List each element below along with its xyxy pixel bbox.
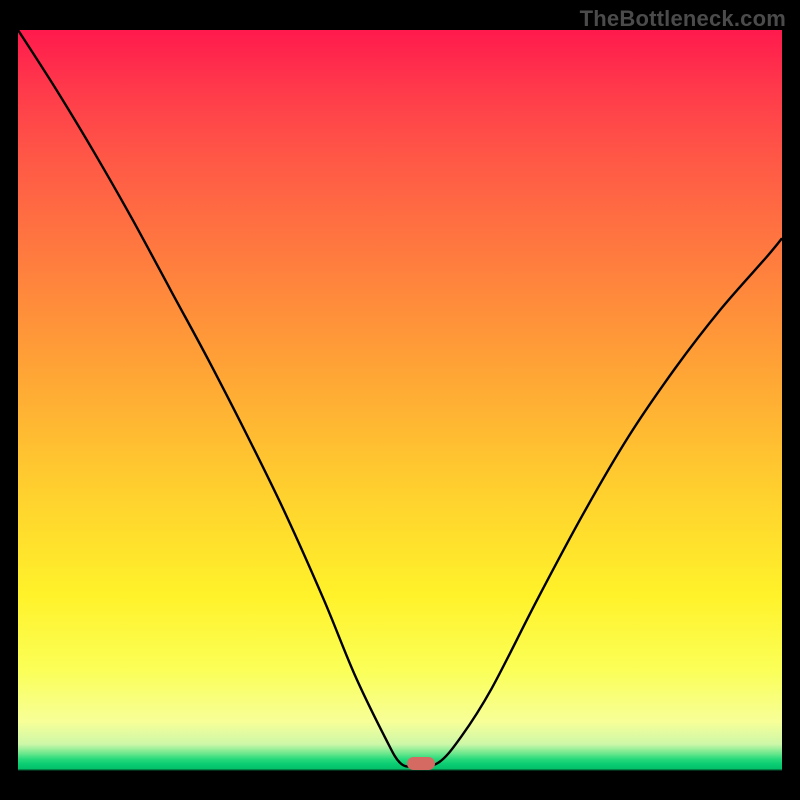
curve-overlay xyxy=(18,30,782,774)
plot-outer xyxy=(18,30,782,786)
watermark-label: TheBottleneck.com xyxy=(580,6,786,32)
bottleneck-curve xyxy=(18,30,782,767)
minimum-marker xyxy=(407,757,435,770)
chart-frame: TheBottleneck.com xyxy=(0,0,800,800)
